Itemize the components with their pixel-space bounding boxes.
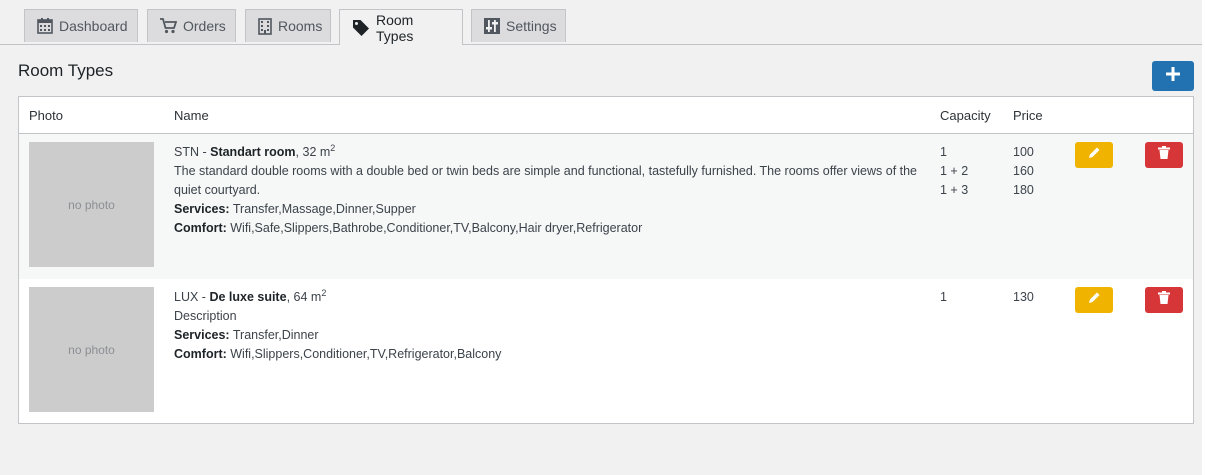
building-icon	[258, 17, 272, 35]
price-value: 180	[1013, 183, 1034, 197]
tab-room-types[interactable]: Room Types	[339, 9, 463, 45]
room-comfort: Comfort: Wifi,Slippers,Conditioner,TV,Re…	[174, 345, 919, 364]
sliders-icon	[484, 18, 500, 34]
price-value: 100	[1013, 145, 1034, 159]
tab-dashboard[interactable]: Dashboard	[24, 9, 138, 42]
tag-icon	[352, 19, 370, 37]
capacity-value: 1 + 3	[940, 183, 969, 197]
page-title: Room Types	[18, 61, 114, 80]
cart-icon	[160, 18, 177, 34]
services-value: Transfer,Dinner	[229, 328, 319, 342]
room-info: STN - Standart room, 32 m2 The standard …	[174, 143, 919, 238]
delete-button[interactable]	[1145, 142, 1183, 168]
room-code: LUX	[174, 290, 199, 304]
nav-tabs: Dashboard Orders Rooms Room Types Settin…	[0, 0, 1202, 45]
room-area-unit-sup: 2	[321, 287, 327, 298]
table-row: no photo STN - Standart room, 32 m2 The …	[19, 134, 1193, 279]
room-area-unit-sup: 2	[330, 142, 336, 153]
edit-button[interactable]	[1075, 142, 1113, 168]
capacity-value: 1	[940, 290, 947, 304]
room-types-table: Photo Name Capacity Price no photo STN -…	[18, 96, 1194, 424]
pencil-icon	[1088, 146, 1101, 164]
price-value: 160	[1013, 164, 1034, 178]
header-photo: Photo	[29, 108, 63, 123]
services-label: Services:	[174, 202, 230, 216]
tab-rooms[interactable]: Rooms	[245, 9, 331, 42]
pencil-icon	[1088, 291, 1101, 309]
room-title-line: STN - Standart room, 32 m2	[174, 143, 919, 162]
table-row: no photo LUX - De luxe suite, 64 m2 Desc…	[19, 279, 1193, 423]
room-title-separator: -	[199, 145, 211, 159]
price-list: 130	[1013, 288, 1034, 307]
price-list: 100 160 180	[1013, 143, 1034, 200]
room-name: De luxe suite	[209, 290, 287, 304]
price-value: 130	[1013, 290, 1034, 304]
table-header: Photo Name Capacity Price	[19, 97, 1193, 134]
room-description: Description	[174, 309, 237, 323]
room-name: Standart room	[210, 145, 296, 159]
capacity-list: 1	[940, 288, 947, 307]
services-label: Services:	[174, 328, 230, 342]
room-photo-placeholder: no photo	[29, 287, 154, 412]
room-services: Services: Transfer,Massage,Dinner,Supper	[174, 200, 919, 219]
room-services: Services: Transfer,Dinner	[174, 326, 919, 345]
trash-icon	[1158, 146, 1170, 164]
capacity-value: 1	[940, 145, 947, 159]
comfort-value: Wifi,Safe,Slippers,Bathrobe,Conditioner,…	[226, 221, 643, 235]
comfort-label: Comfort:	[174, 347, 227, 361]
add-room-type-button[interactable]	[1152, 61, 1194, 91]
tab-label: Dashboard	[59, 18, 128, 34]
room-area: , 64 m	[286, 290, 322, 304]
delete-button[interactable]	[1145, 287, 1183, 313]
room-code: STN	[174, 145, 199, 159]
tab-orders[interactable]: Orders	[147, 9, 236, 42]
room-comfort: Comfort: Wifi,Safe,Slippers,Bathrobe,Con…	[174, 219, 919, 238]
header-name: Name	[174, 108, 209, 123]
comfort-label: Comfort:	[174, 221, 227, 235]
tab-label: Settings	[506, 18, 557, 34]
capacity-list: 1 1 + 2 1 + 3	[940, 143, 968, 200]
room-info: LUX - De luxe suite, 64 m2 Description S…	[174, 288, 919, 364]
room-title-separator: -	[198, 290, 210, 304]
room-description: The standard double rooms with a double …	[174, 164, 918, 197]
edit-button[interactable]	[1075, 287, 1113, 313]
room-title-line: LUX - De luxe suite, 64 m2	[174, 288, 919, 307]
tab-label: Rooms	[278, 18, 323, 34]
header-capacity: Capacity	[940, 108, 991, 123]
calendar-icon	[37, 18, 53, 34]
tab-settings[interactable]: Settings	[471, 9, 566, 42]
services-value: Transfer,Massage,Dinner,Supper	[229, 202, 416, 216]
plus-icon	[1166, 66, 1180, 86]
tab-label: Orders	[183, 18, 226, 34]
tab-label: Room Types	[376, 11, 414, 44]
trash-icon	[1158, 291, 1170, 309]
room-area: , 32 m	[295, 145, 331, 159]
header-price: Price	[1013, 108, 1043, 123]
capacity-value: 1 + 2	[940, 164, 969, 178]
room-photo-placeholder: no photo	[29, 142, 154, 267]
comfort-value: Wifi,Slippers,Conditioner,TV,Refrigerato…	[226, 347, 502, 361]
